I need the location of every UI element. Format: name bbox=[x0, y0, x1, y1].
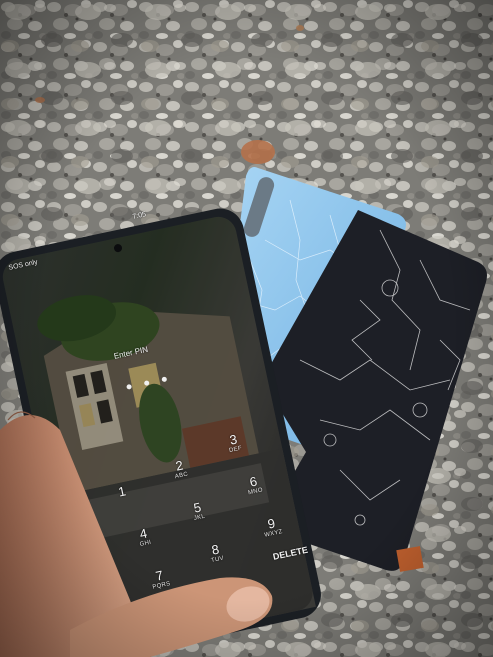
photo-scene bbox=[0, 0, 493, 657]
